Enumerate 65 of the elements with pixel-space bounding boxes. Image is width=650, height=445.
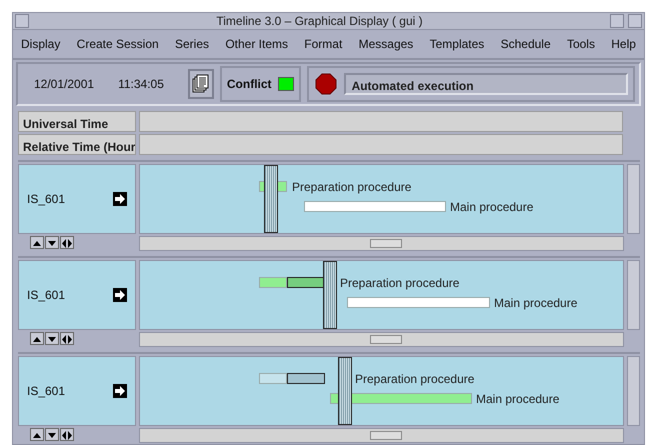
stop-icon	[314, 73, 337, 95]
menu-item[interactable]: Display	[21, 35, 60, 53]
menu-item[interactable]: Templates	[430, 35, 484, 53]
documents-icon	[192, 74, 210, 94]
vertical-scrollbar[interactable]	[627, 356, 640, 426]
date-text: 12/01/2001	[34, 76, 94, 93]
documents-button[interactable]	[188, 69, 214, 99]
menu-item[interactable]: Series	[175, 35, 210, 53]
menu-item[interactable]: Messages	[358, 35, 414, 53]
left-right-arrows-icon	[62, 334, 72, 344]
scroll-down-button[interactable]	[45, 332, 59, 345]
message-field: Automated execution	[344, 73, 628, 95]
down-triangle-icon	[48, 432, 56, 438]
expand-button[interactable]	[60, 332, 74, 345]
left-right-arrows-icon	[62, 430, 72, 440]
menu-item[interactable]: Other Items	[225, 35, 288, 53]
menu-item[interactable]: Schedule	[500, 35, 551, 53]
down-triangle-icon	[48, 240, 56, 246]
right-arrow-icon	[113, 192, 127, 206]
arrow-button[interactable]	[113, 384, 127, 398]
arrow-button[interactable]	[113, 192, 127, 206]
menu-item[interactable]: Create Session	[76, 35, 159, 53]
up-triangle-icon	[33, 336, 41, 342]
right-arrow-icon	[113, 288, 127, 302]
conflict-label: Conflict	[226, 76, 272, 93]
up-triangle-icon	[33, 240, 41, 246]
left-right-arrows-icon	[62, 238, 72, 248]
up-triangle-icon	[33, 432, 41, 438]
time-axis-label: Universal Time	[18, 111, 136, 132]
time-cursor[interactable]	[338, 357, 352, 425]
scroll-thumb[interactable]	[370, 239, 402, 248]
right-arrow-icon	[113, 384, 127, 398]
scroll-thumb[interactable]	[370, 335, 402, 344]
time-axis-label: Relative Time (Hour	[18, 134, 136, 155]
task-label: Main procedure	[494, 295, 578, 312]
scroll-down-button[interactable]	[45, 428, 59, 441]
scroll-up-button[interactable]	[30, 332, 44, 345]
scroll-down-button[interactable]	[45, 236, 59, 249]
time-cursor[interactable]	[264, 165, 278, 233]
task-label: Main procedure	[450, 199, 534, 216]
vertical-scrollbar[interactable]	[627, 164, 640, 234]
horizontal-scrollbar[interactable]	[139, 332, 624, 347]
series-label: IS_601	[27, 191, 66, 208]
vertical-scrollbar[interactable]	[627, 260, 640, 330]
horizontal-scrollbar[interactable]	[139, 236, 624, 251]
scroll-up-button[interactable]	[30, 236, 44, 249]
scroll-thumb[interactable]	[370, 431, 402, 440]
down-triangle-icon	[48, 336, 56, 342]
task-label: Preparation procedure	[292, 179, 412, 196]
series-label: IS_601	[27, 287, 66, 304]
arrow-button[interactable]	[113, 288, 127, 302]
scroll-up-button[interactable]	[30, 428, 44, 441]
task-label: Preparation procedure	[355, 371, 474, 388]
task-label: Main procedure	[476, 391, 560, 408]
expand-button[interactable]	[60, 236, 74, 249]
task-label: Preparation procedure	[340, 275, 460, 292]
menu-item[interactable]: Tools	[566, 35, 595, 53]
window-title: Timeline 3.0 – Graphical Display ( gui )	[215, 13, 424, 30]
horizontal-scrollbar[interactable]	[139, 428, 624, 443]
time-text: 11:34:05	[118, 76, 164, 93]
series-label: IS_601	[27, 383, 66, 400]
menu-item[interactable]: Help	[611, 35, 636, 53]
time-cursor[interactable]	[323, 261, 337, 329]
expand-button[interactable]	[60, 428, 74, 441]
menu-item[interactable]: Format	[304, 35, 342, 53]
